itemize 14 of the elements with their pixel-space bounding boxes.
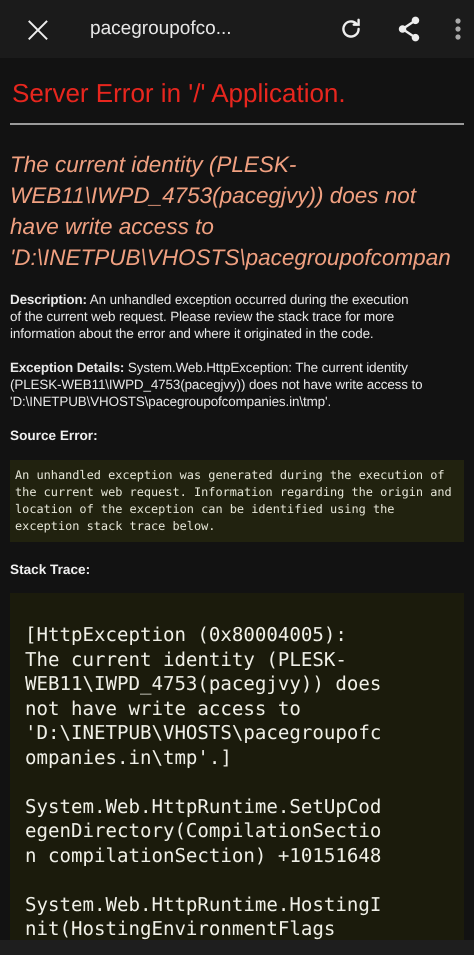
- stack-trace-text: [HttpException (0x80004005): The current identity (PLESK- WEB11\IWPD_4753(pacegjvy)) does not have write access to 'D:\INETPUB\VHOSTS\pacegroupofc ompanies.in\tmp'.]: [25, 623, 382, 770]
- page-url: pacegroupofco...: [90, 18, 233, 40]
- close-button[interactable]: ×: [22, 10, 52, 48]
- source-error-label: Source Error:: [10, 428, 99, 443]
- stack-trace-text: System.Web.HttpRuntime.SetUpCod egenDirectory(CompilationSectio n compilationSection) +10151648: [25, 794, 382, 868]
- stack-trace-label: Stack Trace:: [10, 562, 92, 577]
- exception-details-text: Exception Details: System.Web.HttpException: The current identity (PLESK-WEB11\IWPD_4753(pacegjvy)) does not have write access to 'D:\INETPUB\VHOSTS\pacegroupofcompanies.in\tmp'.: [10, 359, 424, 410]
- stack-trace-text: System.Web.HttpRuntime.HostingI nit(HostingEnvironmentFlags: [25, 892, 382, 940]
- error-title: Server Error in '/' Application.: [11, 78, 347, 109]
- more-menu-button[interactable]: [454, 17, 462, 41]
- error-message: The current identity (PLESK- WEB11\IWPD_4753(pacegjvy)) does not have write access to 'D:\INETPUB\VHOSTS\pacegroupofcompan: [10, 151, 452, 272]
- source-error-code: An unhandled exception was generated during the execution of the current web request. Information regarding the origin and location of the exception can be identified using the exception stack trace below.: [10, 460, 464, 542]
- share-button[interactable]: [396, 15, 422, 43]
- description-text: Description: An unhandled exception occurred during the execution of the current web request. Please review the stack trace for more information about the error and where it originated in the code.: [10, 291, 410, 342]
